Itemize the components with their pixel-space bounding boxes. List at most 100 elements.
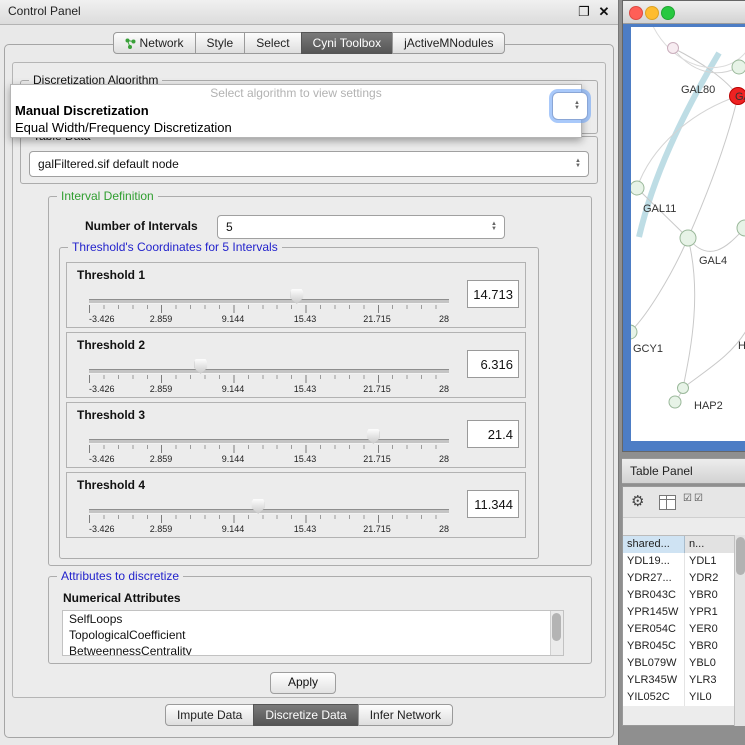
checkbox-icon[interactable]: ☑	[683, 493, 692, 504]
table-row[interactable]: YER054CYER0	[623, 621, 734, 638]
table-row[interactable]: YBR045CYBR0	[623, 638, 734, 655]
attributes-legend: Attributes to discretize	[57, 569, 183, 583]
table-data-group: Table Data galFiltered.sif default node …	[20, 136, 598, 184]
checkbox-icon[interactable]: ☑	[694, 493, 703, 504]
tab-label: Style	[207, 33, 234, 53]
network-canvas[interactable]: GAL80 GAL11 GAL4 GCY1 HAP2 GA H	[631, 27, 745, 441]
threshold-value-field[interactable]: 21.4	[467, 420, 519, 448]
float-window-icon[interactable]: ❐	[576, 4, 592, 20]
threshold-slider[interactable]: -3.4262.8599.14415.4321.71528	[89, 263, 449, 327]
table-body: YDL19...YDL1 YDR27...YDR2 YBR043CYBR0 YP…	[623, 553, 734, 706]
slider-track[interactable]	[89, 439, 449, 444]
network-node[interactable]	[631, 181, 644, 195]
network-graph: GAL80 GAL11 GAL4 GCY1 HAP2 GA H	[631, 27, 745, 441]
table-panel-titlebar[interactable]: Table Panel	[622, 458, 745, 484]
tab-infer-network[interactable]: Infer Network	[358, 704, 453, 726]
threshold-slider[interactable]: -3.4262.8599.14415.4321.71528	[89, 473, 449, 537]
tab-label: Impute Data	[177, 705, 242, 725]
tab-label: Discretize Data	[265, 705, 346, 725]
zoom-traffic-light-icon[interactable]	[661, 6, 675, 20]
table-row[interactable]: YDL19...YDL1	[623, 553, 734, 570]
minimize-traffic-light-icon[interactable]	[645, 6, 659, 20]
network-node[interactable]	[680, 230, 696, 246]
node-label: GAL80	[681, 84, 715, 96]
scrollbar-thumb[interactable]	[736, 537, 745, 575]
threshold-value-field[interactable]: 14.713	[467, 280, 519, 308]
stepper-icon: ▲▼	[571, 159, 585, 169]
threshold-panel-1: Threshold 1 -3.4262.8599.14415.4321.7152…	[66, 262, 526, 328]
network-node[interactable]	[737, 220, 745, 236]
control-panel-window: Control Panel ❐ ✕ Network Style Select C…	[0, 0, 619, 745]
tab-network[interactable]: Network	[113, 32, 196, 54]
algorithm-dropdown-popup: Select algorithm to view settings Manual…	[10, 84, 582, 138]
table-row[interactable]: YBR043CYBR0	[623, 587, 734, 604]
tab-label: Cyni Toolbox	[313, 33, 381, 53]
network-edge	[631, 238, 688, 332]
number-of-intervals-label: Number of Intervals	[85, 219, 198, 233]
list-item[interactable]: TopologicalCoefficient	[63, 627, 563, 643]
table-row[interactable]: YBL079WYBL0	[623, 655, 734, 672]
network-node[interactable]	[631, 325, 637, 339]
slider-track[interactable]	[89, 299, 449, 304]
column-header-shared-name[interactable]: shared...	[623, 536, 685, 554]
columns-icon[interactable]	[659, 495, 676, 510]
stepper-icon: ▲▼	[570, 101, 584, 111]
scrollbar-thumb[interactable]	[552, 613, 561, 641]
slider-track[interactable]	[89, 509, 449, 514]
table-row[interactable]: YLR345WYLR3	[623, 672, 734, 689]
gear-icon[interactable]: ⚙	[631, 492, 644, 510]
table-data-combo[interactable]: galFiltered.sif default node ▲▼	[29, 151, 589, 177]
apply-button[interactable]: Apply	[270, 672, 336, 694]
network-view-window: GAL80 GAL11 GAL4 GCY1 HAP2 GA H	[622, 0, 745, 452]
slider-tick-labels: -3.4262.8599.14415.4321.71528	[89, 524, 449, 536]
network-edge	[673, 48, 739, 73]
slider-tick-labels: -3.4262.8599.14415.4321.71528	[89, 384, 449, 396]
network-icon	[125, 38, 136, 49]
table-row[interactable]: YPR145WYPR1	[623, 604, 734, 621]
tab-label: jActiveMNodules	[404, 33, 493, 53]
algorithm-combo-fragment[interactable]: ▲▼	[552, 92, 588, 120]
stepper-icon: ▲▼	[487, 222, 501, 232]
network-node[interactable]	[732, 60, 745, 74]
table-row[interactable]: YIL052CYIL0	[623, 689, 734, 706]
tab-label: Select	[256, 33, 289, 53]
network-edge	[683, 331, 745, 388]
close-icon[interactable]: ✕	[596, 4, 612, 20]
tab-select[interactable]: Select	[244, 32, 301, 54]
network-window-titlebar	[623, 1, 745, 24]
algorithm-option-equal-width[interactable]: Equal Width/Frequency Discretization	[11, 119, 581, 136]
numerical-attributes-list: SelfLoops TopologicalCoefficient Between…	[62, 610, 564, 656]
tab-label: Infer Network	[370, 705, 441, 725]
column-header-name[interactable]: n...	[685, 536, 734, 554]
threshold-slider[interactable]: -3.4262.8599.14415.4321.71528	[89, 403, 449, 467]
slider-tick-labels: -3.4262.8599.14415.4321.71528	[89, 454, 449, 466]
threshold-value-field[interactable]: 11.344	[467, 490, 519, 518]
tab-discretize-data[interactable]: Discretize Data	[253, 704, 358, 726]
network-node[interactable]	[668, 43, 679, 54]
number-of-intervals-value: 5	[218, 220, 487, 234]
window-title: Control Panel	[8, 4, 81, 18]
list-item[interactable]: BetweennessCentrality	[63, 643, 563, 656]
list-scrollbar[interactable]	[550, 611, 563, 655]
threshold-slider[interactable]: -3.4262.8599.14415.4321.71528	[89, 333, 449, 397]
network-node[interactable]	[669, 396, 681, 408]
network-node[interactable]	[678, 383, 689, 394]
threshold-value-field[interactable]: 6.316	[467, 350, 519, 378]
table-toolbar: ⚙ ☑ ☑	[623, 487, 745, 518]
tab-cyni-toolbox[interactable]: Cyni Toolbox	[301, 32, 393, 54]
table-row[interactable]: YDR27...YDR2	[623, 570, 734, 587]
number-of-intervals-combo[interactable]: 5 ▲▼	[217, 215, 505, 239]
network-edge	[688, 228, 745, 251]
control-panel-titlebar: Control Panel ❐ ✕	[0, 0, 618, 25]
tab-style[interactable]: Style	[195, 32, 246, 54]
algorithm-option-manual[interactable]: Manual Discretization	[11, 102, 581, 119]
node-label: H	[738, 340, 745, 352]
close-traffic-light-icon[interactable]	[629, 6, 643, 20]
table-panel-title: Table Panel	[630, 464, 693, 478]
tab-jactivemnodules[interactable]: jActiveMNodules	[392, 32, 505, 54]
thresholds-legend: Threshold's Coordinates for 5 Intervals	[68, 240, 282, 254]
list-item[interactable]: SelfLoops	[63, 611, 563, 627]
slider-track[interactable]	[89, 369, 449, 374]
table-scrollbar[interactable]	[734, 535, 745, 726]
tab-impute-data[interactable]: Impute Data	[165, 704, 254, 726]
